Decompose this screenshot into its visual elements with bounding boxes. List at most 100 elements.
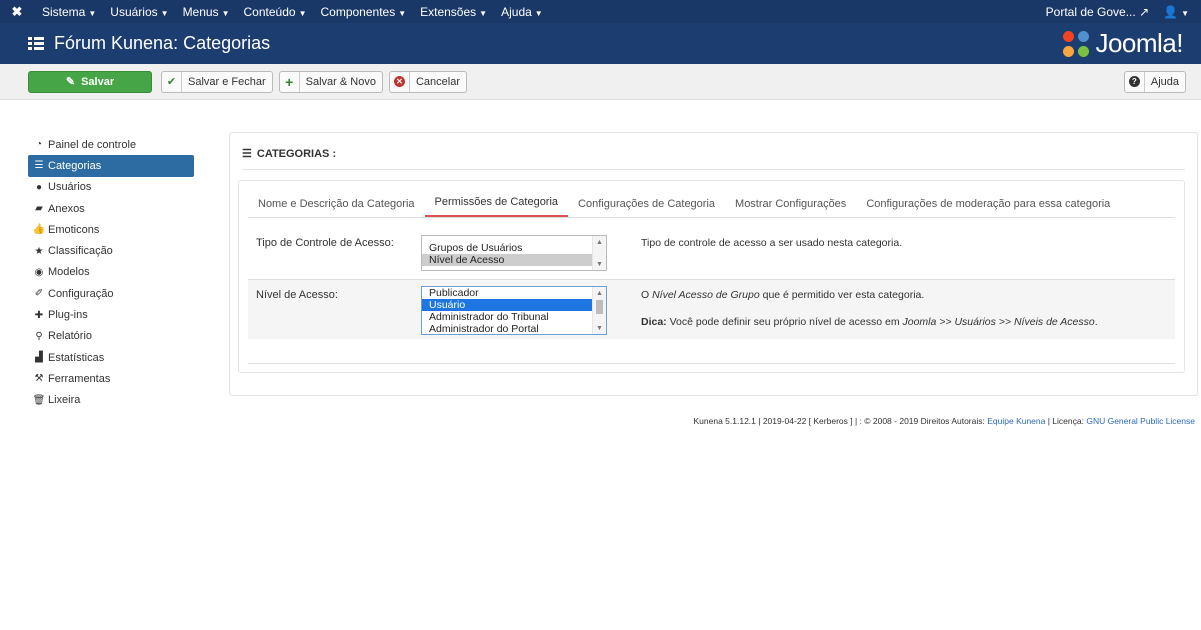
toolbar: ✎ Salvar ✔ Salvar e Fechar + Salvar & No…: [0, 64, 1201, 100]
joomla-logo: Joomla!: [1063, 28, 1183, 59]
thumbs-up-icon: 👍: [32, 224, 46, 236]
sidebar-item-plugins[interactable]: ✚ Plug-ins: [28, 304, 194, 325]
page-title: Fórum Kunena: Categorias: [54, 33, 271, 53]
sidebar-item-painel[interactable]: ◔ Painel de controle: [28, 134, 194, 155]
category-panel: Nome e Descrição da Categoria Permissões…: [238, 180, 1185, 373]
access-level-option[interactable]: Administrador do Tribunal: [422, 311, 592, 323]
scroll-up-icon[interactable]: ▲: [593, 287, 606, 299]
access-level-label: Nível de Acesso:: [256, 289, 338, 301]
site-link[interactable]: Portal de Gove... ↗: [1046, 5, 1149, 19]
scroll-down-icon[interactable]: ▼: [593, 322, 606, 334]
question-icon: ?: [1125, 71, 1145, 92]
scrollbar[interactable]: ▲ ▼: [592, 236, 606, 270]
save-close-button[interactable]: ✔ Salvar e Fechar: [161, 70, 273, 93]
divider: [242, 169, 1185, 170]
menu-extensoes[interactable]: Extensões ▼: [420, 5, 487, 19]
sidebar-item-anexos[interactable]: ▰ Anexos: [28, 198, 194, 219]
search-icon: ⚲: [35, 330, 43, 342]
main-menu: Sistema ▼ Usuários ▼ Menus ▼ Conteúdo ▼ Comp…: [42, 5, 557, 19]
caret-down-icon: ▼: [398, 8, 407, 18]
tab-bar: Nome e Descrição da Categoria Permissões…: [248, 181, 1175, 218]
sidebar-item-emoticons[interactable]: 👍 Emoticons: [28, 219, 194, 240]
cancel-button[interactable]: ✕ Cancelar: [388, 70, 467, 93]
page-header: Fórum Kunena: Categorias Joomla!: [0, 23, 1201, 64]
list-icon: ☰: [34, 160, 44, 172]
sidebar-item-ferramentas[interactable]: ⚒ Ferramentas: [28, 368, 194, 389]
caret-down-icon: ▼: [1181, 8, 1189, 18]
access-type-description: Tipo de controle de acesso a ser usado n…: [641, 237, 903, 249]
edit-icon: ✎: [65, 76, 76, 88]
puzzle-icon: ✚: [34, 309, 44, 321]
plus-icon: +: [280, 71, 300, 92]
menu-usuarios[interactable]: Usuários ▼: [110, 5, 168, 19]
sidebar-item-modelos[interactable]: ◉ Modelos: [28, 262, 194, 283]
access-level-select[interactable]: Publicador Usuário Administrador do Trib…: [421, 286, 607, 335]
user-icon: 👤: [1163, 4, 1179, 19]
folder-icon: ▰: [35, 203, 43, 215]
save-new-button[interactable]: + Salvar & Novo: [278, 70, 383, 93]
menu-menus[interactable]: Menus ▼: [183, 5, 230, 19]
sidebar-item-configuracao[interactable]: ✐ Configuração: [28, 283, 194, 304]
star-icon: ★: [34, 245, 44, 257]
caret-down-icon: ▼: [479, 8, 488, 18]
scrollbar[interactable]: ▲ ▼: [592, 287, 606, 334]
check-icon: ✔: [162, 71, 182, 92]
menu-componentes[interactable]: Componentes ▼: [320, 5, 406, 19]
menu-ajuda[interactable]: Ajuda ▼: [501, 5, 543, 19]
external-link-icon: ↗: [1139, 4, 1150, 19]
joomla-logo-icon: [1063, 30, 1090, 57]
sidebar-item-estatisticas[interactable]: ▟ Estatísticas: [28, 347, 194, 368]
sidebar-item-categorias[interactable]: ☰ Categorias: [28, 155, 194, 177]
tab-nome-descricao[interactable]: Nome e Descrição da Categoria: [248, 198, 425, 217]
caret-down-icon: ▼: [221, 8, 230, 18]
access-type-label: Tipo de Controle de Acesso:: [256, 237, 394, 249]
menu-conteudo[interactable]: Conteúdo ▼: [244, 5, 307, 19]
sidebar-item-relatorio[interactable]: ⚲ Relatório: [28, 326, 194, 347]
user-icon: ●: [35, 181, 43, 193]
trash-icon: 🗑: [32, 394, 46, 406]
list-icon: ☰: [242, 148, 252, 160]
caret-down-icon: ▼: [298, 8, 307, 18]
footer: Kunena 5.1.12.1 | 2019-04-22 [ Kerberos …: [693, 416, 1196, 426]
access-level-row: Nível de Acesso: Publicador Usuário Admi…: [248, 279, 1175, 339]
help-button[interactable]: ? Ajuda: [1123, 70, 1186, 93]
caret-down-icon: ▼: [88, 8, 97, 18]
tab-permissoes[interactable]: Permissões de Categoria: [424, 196, 569, 217]
joomla-icon[interactable]: ✖: [10, 4, 24, 19]
scroll-thumb[interactable]: [596, 300, 603, 314]
menu-sistema[interactable]: Sistema ▼: [42, 5, 96, 19]
scroll-up-icon[interactable]: ▲: [593, 236, 606, 248]
list-icon: [28, 36, 44, 51]
divider: [248, 363, 1175, 364]
section-title: ☰ CATEGORIAS :: [242, 147, 337, 161]
tab-moderacao[interactable]: Configurações de moderação para essa cat…: [856, 198, 1120, 217]
sidebar-item-usuarios[interactable]: ● Usuários: [28, 177, 194, 198]
dashboard-icon: ◔: [35, 139, 43, 151]
eye-icon: ◉: [34, 266, 44, 278]
save-button[interactable]: ✎ Salvar: [28, 70, 152, 93]
tab-configuracoes[interactable]: Configurações de Categoria: [568, 198, 725, 217]
topbar-right: Portal de Gove... ↗ 👤 ▼: [1046, 5, 1191, 19]
sidebar: ◔ Painel de controle ☰ Categorias ● Usuário…: [28, 134, 194, 411]
access-level-tip: Dica: Você pode definir seu próprio níve…: [641, 316, 1098, 328]
access-level-option-selected[interactable]: Usuário: [422, 299, 592, 311]
team-link[interactable]: Equipe Kunena: [987, 416, 1045, 426]
access-type-option[interactable]: Grupos de Usuários: [422, 242, 592, 254]
sidebar-item-classificacao[interactable]: ★ Classificação: [28, 240, 194, 261]
access-level-option[interactable]: Administrador do Portal: [422, 323, 592, 334]
chart-icon: ▟: [35, 352, 43, 364]
scroll-down-icon[interactable]: ▼: [593, 258, 606, 270]
license-link[interactable]: GNU General Public License: [1086, 416, 1195, 426]
user-menu[interactable]: 👤 ▼: [1163, 5, 1189, 19]
cancel-icon: ✕: [390, 71, 410, 92]
caret-down-icon: ▼: [160, 8, 169, 18]
admin-menu-bar: ✖ Sistema ▼ Usuários ▼ Menus ▼ Conteúdo ▼ Co…: [0, 0, 1201, 23]
caret-down-icon: ▼: [534, 8, 543, 18]
access-level-option[interactable]: Publicador: [422, 287, 592, 299]
sidebar-item-lixeira[interactable]: 🗑 Lixeira: [28, 390, 194, 411]
access-type-option-selected[interactable]: Nível de Acesso: [422, 254, 592, 266]
access-type-select[interactable]: Grupos de Usuários Nível de Acesso ▲ ▼: [421, 235, 607, 271]
tools-icon: ⚒: [34, 373, 44, 385]
access-level-description: O Nível Acesso de Grupo que é permitido …: [641, 289, 925, 301]
tab-mostrar-configuracoes[interactable]: Mostrar Configurações: [725, 198, 856, 217]
